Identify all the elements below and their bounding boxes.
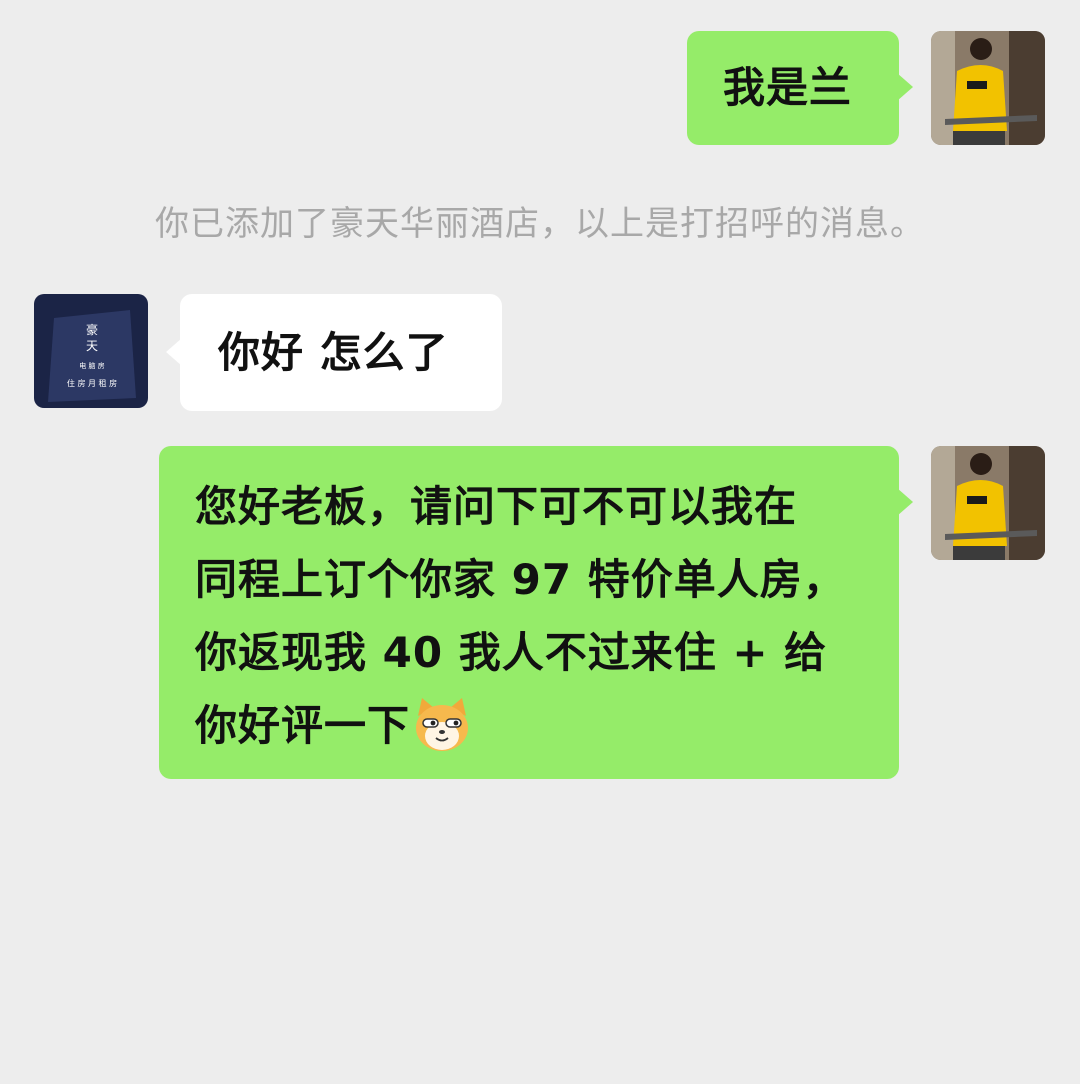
message-line: 同程上订个你家 97 特价单人房，	[195, 555, 846, 604]
bubble-tail	[897, 73, 913, 101]
message-line-last: 你好评一下	[195, 689, 863, 762]
message-text: 我是兰	[723, 63, 853, 112]
sender-avatar[interactable]	[931, 446, 1045, 560]
received-message-bubble[interactable]: 你好 怎么了	[166, 294, 502, 411]
message-line: 你返现我 40 我人不过来住 + 给	[195, 628, 828, 677]
doge-cat-emoji-icon	[412, 694, 472, 754]
sender-avatar[interactable]	[931, 31, 1045, 145]
message-line: 您好老板，请问下可不可以我在	[195, 482, 798, 531]
system-notice: 你已添加了豪天华丽酒店，以上是打招呼的消息。	[155, 204, 925, 244]
hotel-sign-text-1: 豪	[86, 322, 98, 337]
message-text: 你好 怎么了	[218, 328, 449, 377]
sent-message-bubble[interactable]: 我是兰	[687, 31, 913, 145]
bubble-tail	[897, 488, 913, 516]
sent-message-bubble[interactable]: 您好老板，请问下可不可以我在 同程上订个你家 97 特价单人房， 你返现我 40…	[159, 446, 913, 779]
hotel-sign-text-4: 住 房 月 租 房	[67, 378, 117, 388]
hotel-sign-text-2: 天	[86, 339, 98, 353]
hotel-avatar[interactable]: 豪 天 电 脑 房 住 房 月 租 房	[34, 294, 148, 408]
hotel-sign-text-3: 电 脑 房	[79, 361, 104, 370]
message-line: 你好评一下	[195, 701, 411, 750]
hotel-sign-icon: 豪 天 电 脑 房 住 房 月 租 房	[34, 294, 148, 408]
person-avatar-icon	[931, 31, 1045, 145]
person-avatar-icon	[931, 446, 1045, 560]
bubble-tail	[166, 338, 182, 366]
